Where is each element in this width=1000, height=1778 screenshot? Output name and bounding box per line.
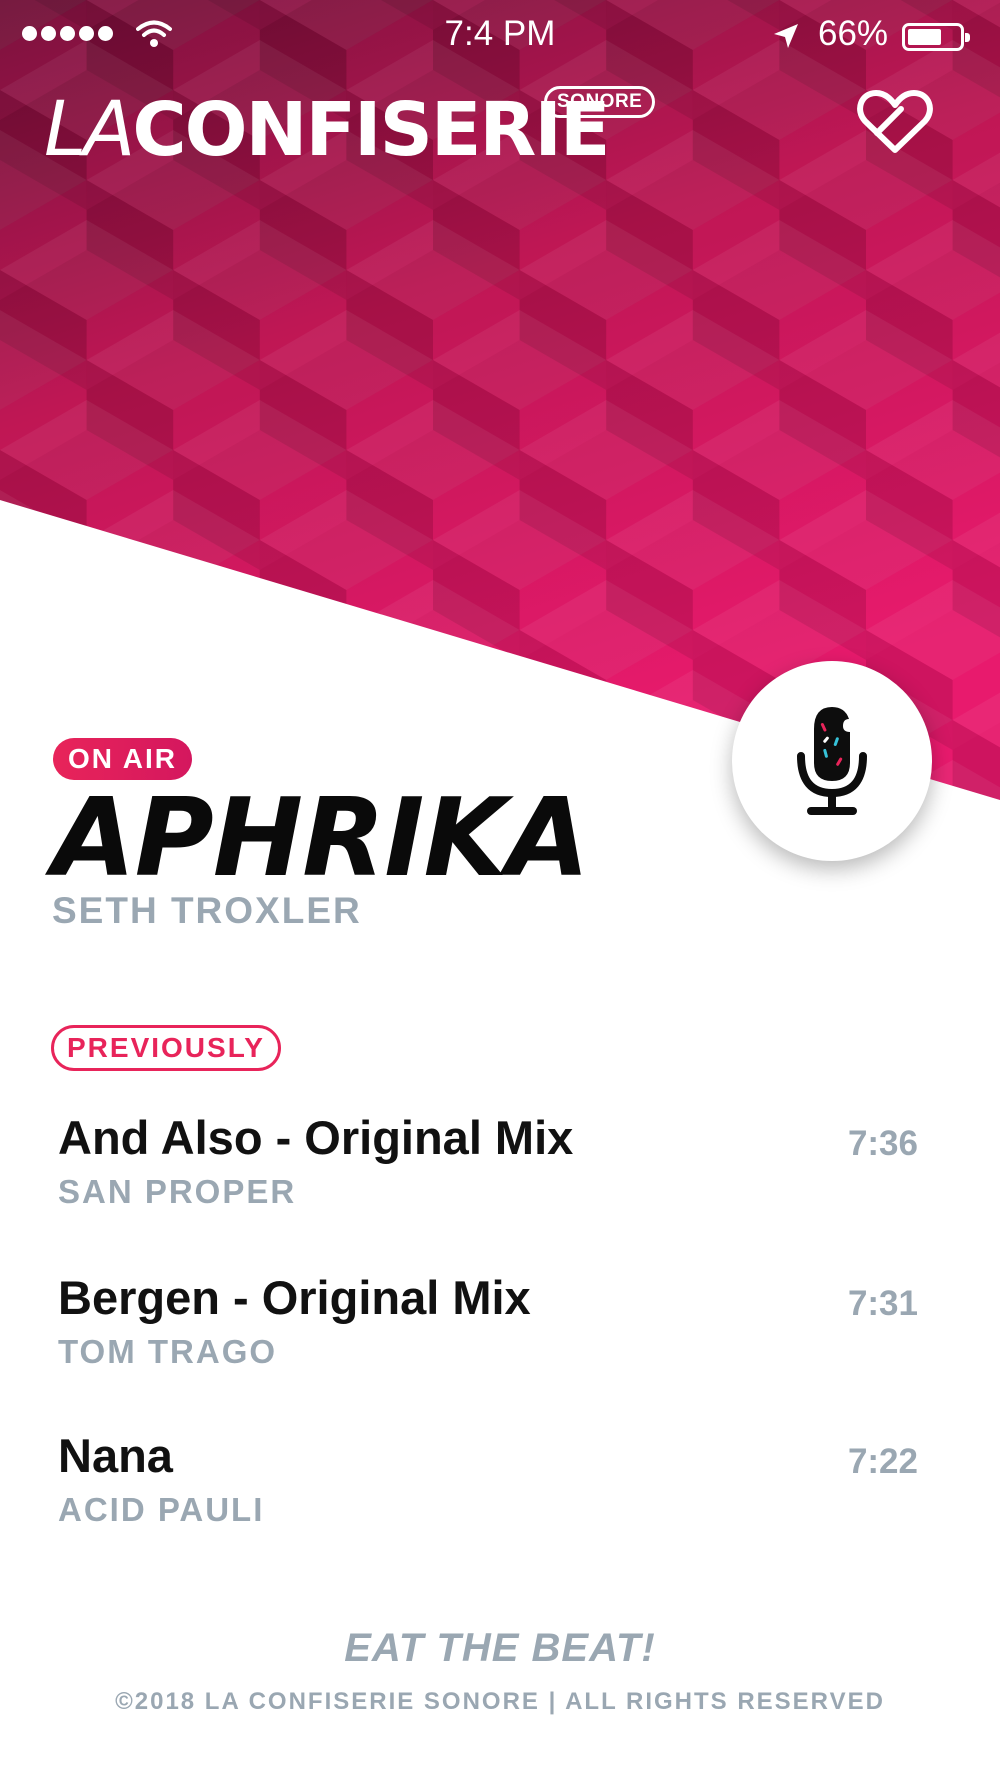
heart-icon [857,90,933,153]
hero-pattern-facet [259,670,433,770]
live-mic-button[interactable] [732,661,932,861]
track-artist: SAN PROPER [58,1173,297,1210]
hero-pattern-facet [606,720,693,800]
track-title: Nana [58,1429,173,1482]
hero-pattern-facet [433,670,607,770]
hero-pattern-facet [0,540,87,660]
track-title: And Also - Original Mix [58,1111,574,1164]
logo-confiserie: CONFISERIE [132,87,610,173]
logo-badge: SONORE [544,86,656,118]
now-playing-artist: SETH TROXLER [52,890,362,931]
track-time: 7:36 [847,1124,918,1163]
footer-copyright: ©2018 LA CONFISERIE SONORE | ALL RIGHTS … [115,1688,885,1715]
track-time: 7:22 [847,1442,918,1481]
footer-tagline: EAT THE BEAT! [344,1626,656,1670]
microphone-icon [797,707,867,815]
track-artist: TOM TRAGO [58,1333,278,1370]
now-playing-title: APHRIKA [52,776,590,901]
track-item[interactable]: And Also - Original Mix SAN PROPER 7:36 [58,1110,918,1211]
location-arrow-icon [774,24,798,48]
track-item[interactable]: Bergen - Original Mix TOM TRAGO 7:31 [58,1270,918,1371]
hero-pattern-facet [433,630,520,750]
battery-percentage: 66% [818,14,889,53]
track-time: 7:31 [847,1284,918,1323]
previously-label: PREVIOUSLY [51,1025,281,1071]
logo-la: LA [44,84,135,173]
app-logo: LACONFISERIE SONORE [44,84,656,173]
track-artist: ACID PAULI [58,1491,265,1528]
on-air-badge: ON AIR [53,738,192,780]
track-title: Bergen - Original Mix [58,1271,531,1324]
hero-pattern-facet [86,540,174,660]
battery-icon [902,23,970,51]
app-screen: 7:4 PM 66% LACONFISERIE SONORE ON AIR AP… [0,0,1000,1778]
hero-pattern-facet [953,810,1000,815]
hero-pattern-facet [0,580,174,680]
hero-pattern-facet [86,630,174,750]
hero-pattern-facet [346,630,433,750]
hero-pattern-facet [0,630,87,750]
favorites-button[interactable] [857,88,933,161]
status-bar: 7:4 PM 66% [0,0,1000,70]
hero-pattern-facet [173,630,260,750]
track-item[interactable]: Nana ACID PAULI 7:22 [58,1428,918,1529]
hero-pattern-facet [259,630,347,750]
hero-pattern-facet [606,810,693,815]
